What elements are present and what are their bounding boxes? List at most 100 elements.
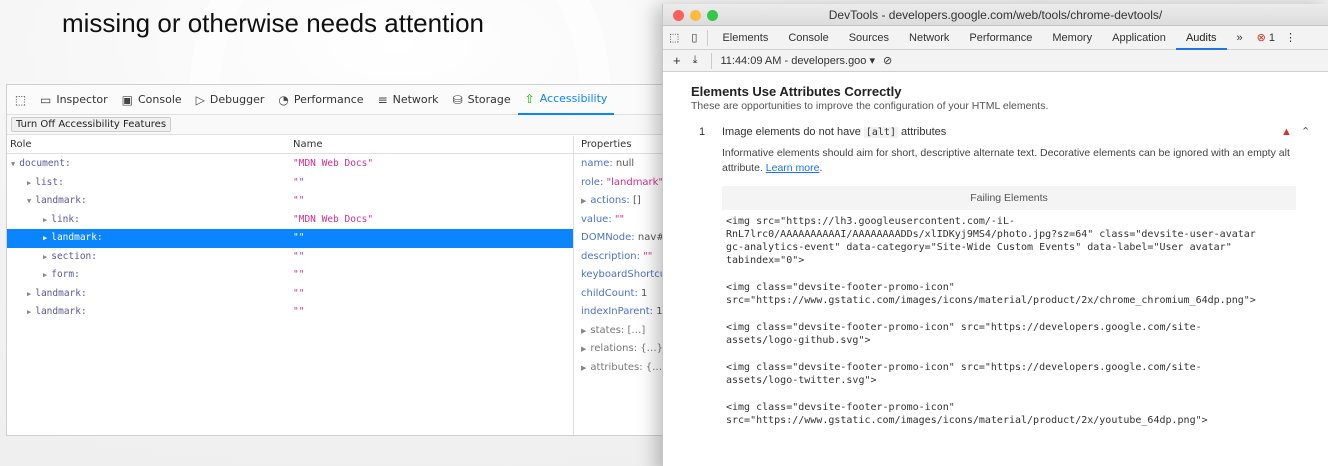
accessibility-subtoolbar: Turn Off Accessibility Features (7, 115, 677, 135)
element-picker-icon: ⬚ (14, 92, 27, 107)
panel-divider[interactable] (573, 136, 574, 435)
close-window-icon[interactable] (673, 10, 684, 21)
column-header-name[interactable]: Name (293, 139, 323, 150)
failing-element-snippet[interactable]: <img class="devsite-footer-promo-icon" s… (722, 316, 1296, 347)
audit-item-header[interactable]: 1 Image elements do not have [alt] attri… (691, 126, 1328, 142)
warning-triangle-icon: ▲ (1281, 126, 1292, 138)
slide-headline: missing or otherwise needs attention (62, 8, 485, 38)
chevron-up-icon[interactable]: ⌃ (1301, 125, 1310, 138)
collapsed-triangle-icon[interactable]: ▶ (43, 271, 47, 279)
audit-number: 1 (699, 126, 706, 138)
audit-report: Elements Use Attributes Correctly These … (663, 72, 1328, 427)
inspector-icon: ▭ (40, 92, 52, 107)
audits-subtoolbar: + ⤓ 11:44:09 AM - developers.goo ▾ ⊘ (663, 50, 1328, 72)
tab-console[interactable]: ▣ Console (115, 85, 189, 115)
minimize-window-icon[interactable] (690, 10, 701, 21)
tab-performance[interactable]: ◔ Performance (271, 85, 370, 115)
tab-network[interactable]: ≡ Network (371, 85, 446, 115)
collapsed-triangle-icon[interactable]: ▶ (27, 179, 31, 187)
firefox-toolbar: ⬚ ▭ Inspector ▣ Console ▷ Debugger ◔ Per… (7, 85, 677, 115)
tab-performance[interactable]: Performance (959, 26, 1042, 50)
collapsed-triangle-icon[interactable]: ▶ (581, 197, 586, 205)
new-audit-icon[interactable]: + (673, 53, 681, 68)
collapsed-triangle-icon[interactable]: ▶ (43, 234, 47, 242)
expanded-triangle-icon[interactable]: ▼ (11, 160, 15, 168)
devtools-tabbar: ⬚ ▯ Elements Console Sources Network Per… (663, 26, 1328, 50)
tab-memory[interactable]: Memory (1042, 26, 1102, 50)
performance-icon: ◔ (278, 92, 289, 107)
collapsed-triangle-icon[interactable]: ▶ (43, 216, 47, 224)
turn-off-accessibility-button[interactable]: Turn Off Accessibility Features (11, 117, 172, 132)
tree-row[interactable]: ▶ list: "" (7, 174, 573, 193)
failing-element-snippet[interactable]: <img class="devsite-footer-promo-icon" s… (722, 276, 1296, 307)
tab-label: Storage (467, 93, 511, 106)
tab-audits[interactable]: Audits (1175, 26, 1227, 50)
section-title: Elements Use Attributes Correctly (691, 84, 902, 99)
toolbar-separator (707, 29, 709, 46)
collapsed-triangle-icon[interactable]: ▶ (27, 290, 31, 298)
device-toolbar-icon[interactable]: ▯ (685, 26, 703, 50)
column-header-properties: Properties (581, 139, 632, 150)
tab-debugger[interactable]: ▷ Debugger (189, 85, 272, 115)
error-counter[interactable]: ⊗ 1 (1253, 26, 1279, 50)
storage-icon: ⛁ (452, 92, 463, 107)
tree-row[interactable]: ▼ landmark: "" (7, 192, 573, 211)
tree-row-selected[interactable]: ▶ landmark: "" (7, 229, 573, 248)
failing-element-snippet[interactable]: <img class="devsite-footer-promo-icon" s… (722, 396, 1296, 427)
accessibility-tree: ▼ document: "MDN Web Docs" ▶ list: "" ▼ lan… (7, 155, 573, 322)
tree-row[interactable]: ▶ section: "" (7, 248, 573, 267)
debugger-icon: ▷ (195, 92, 205, 107)
maximize-window-icon[interactable] (707, 10, 718, 21)
tree-row[interactable]: ▶ landmark: "" (7, 285, 573, 304)
learn-more-link[interactable]: Learn more (766, 162, 820, 174)
accessibility-icon: ⇧ (524, 91, 535, 106)
failing-elements-header: Failing Elements (722, 186, 1296, 210)
tab-sources[interactable]: Sources (839, 26, 899, 50)
chrome-devtools-window: DevTools - developers.google.com/web/too… (662, 4, 1328, 466)
collapsed-triangle-icon[interactable]: ▶ (27, 308, 31, 316)
failing-element-snippet[interactable]: <img src="https://lh3.googleusercontent.… (722, 210, 1296, 267)
element-picker-button[interactable]: ⬚ (13, 85, 33, 115)
tree-header: Role Name Properties (7, 136, 677, 154)
failing-element-snippet[interactable]: <img class="devsite-footer-promo-icon" s… (722, 356, 1296, 387)
report-select[interactable]: 11:44:09 AM - developers.goo ▾ (720, 54, 875, 67)
audit-title: Image elements do not have [alt] attribu… (722, 126, 947, 138)
tab-console[interactable]: Console (778, 26, 838, 50)
tab-storage[interactable]: ⛁ Storage (446, 85, 518, 115)
tab-label: Inspector (56, 93, 108, 106)
download-report-icon[interactable]: ⤓ (693, 54, 698, 67)
tree-row[interactable]: ▼ document: "MDN Web Docs" (7, 155, 573, 174)
collapsed-triangle-icon[interactable]: ▶ (43, 253, 47, 261)
expanded-triangle-icon[interactable]: ▼ (27, 197, 31, 205)
more-tabs-button[interactable]: » (1227, 26, 1253, 50)
tree-row[interactable]: ▶ form: "" (7, 266, 573, 285)
section-description: These are opportunities to improve the c… (691, 100, 1049, 112)
inspect-element-icon[interactable]: ⬚ (663, 26, 685, 50)
tab-label: Network (392, 93, 439, 106)
menu-kebab-icon[interactable]: ⋮ (1279, 26, 1302, 50)
network-icon: ≡ (377, 92, 388, 107)
tab-application[interactable]: Application (1102, 26, 1176, 50)
collapsed-triangle-icon[interactable]: ▶ (581, 345, 586, 353)
audit-description: Informative elements should aim for shor… (722, 147, 1290, 174)
collapsed-triangle-icon[interactable]: ▶ (581, 364, 586, 372)
error-icon: ⊗ (1256, 31, 1266, 44)
tab-inspector[interactable]: ▭ Inspector (33, 85, 115, 115)
tab-accessibility[interactable]: ⇧ Accessibility (517, 85, 615, 115)
tab-label: Accessibility (539, 92, 608, 105)
tab-network[interactable]: Network (899, 26, 959, 50)
clear-reports-icon[interactable]: ⊘ (883, 54, 892, 67)
firefox-devtools-panel: ⬚ ▭ Inspector ▣ Console ▷ Debugger ◔ Per… (6, 84, 678, 436)
tree-row[interactable]: ▶ landmark: "" (7, 303, 573, 322)
tab-label: Debugger (209, 93, 265, 106)
tree-row[interactable]: ▶ link: "MDN Web Docs" (7, 211, 573, 230)
tab-label: Performance (293, 93, 364, 106)
window-titlebar: DevTools - developers.google.com/web/too… (663, 4, 1328, 26)
toolbar-separator (711, 52, 713, 69)
tab-elements[interactable]: Elements (712, 26, 778, 50)
failing-elements-table: Failing Elements <img src="https://lh3.g… (722, 186, 1296, 427)
tab-label: Console (138, 93, 182, 106)
collapsed-triangle-icon[interactable]: ▶ (581, 327, 586, 335)
column-header-role[interactable]: Role (10, 139, 32, 150)
window-title: DevTools - developers.google.com/web/too… (828, 8, 1163, 22)
